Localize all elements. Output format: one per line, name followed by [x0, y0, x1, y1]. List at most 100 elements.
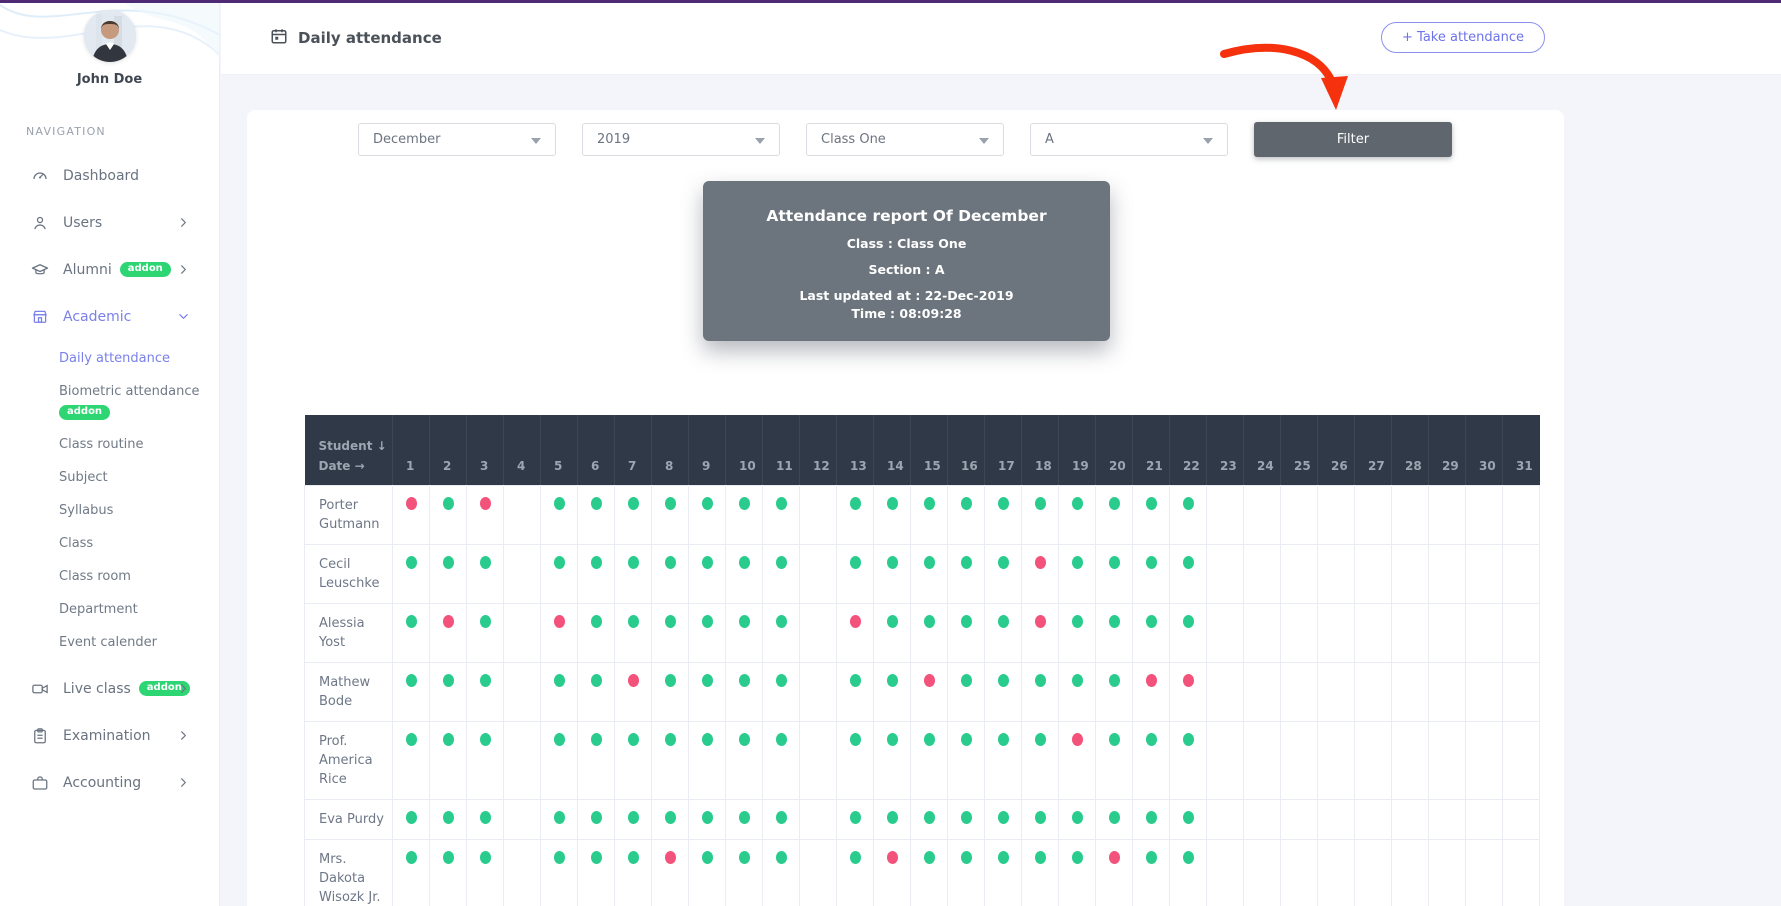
attendance-cell — [1429, 544, 1466, 603]
attendance-dot-present — [850, 556, 861, 569]
sidebar-item-live-class[interactable]: Live classaddon — [0, 665, 219, 712]
attendance-dot-present — [628, 733, 639, 746]
attendance-dot-present — [406, 674, 417, 687]
submenu-item-biometric-attendance[interactable]: Biometric attendanceaddon — [0, 375, 219, 428]
day-column-header: 26 — [1318, 415, 1355, 485]
attendance-cell — [393, 544, 430, 603]
class-select[interactable]: Class One — [806, 123, 1004, 156]
day-column-header: 5 — [541, 415, 578, 485]
day-column-header: 12 — [800, 415, 837, 485]
submenu-item-daily-attendance[interactable]: Daily attendance — [0, 342, 219, 375]
attendance-dot-present — [887, 556, 898, 569]
attendance-dot-present — [776, 733, 787, 746]
sidebar-item-users[interactable]: Users — [0, 199, 219, 246]
attendance-dot-present — [480, 556, 491, 569]
attendance-cell — [911, 603, 948, 662]
sidebar-item-alumni[interactable]: Alumniaddon — [0, 246, 219, 293]
student-name-cell: Porter Gutmann — [305, 485, 393, 544]
attendance-dot-present — [739, 733, 750, 746]
attendance-cell — [430, 721, 467, 799]
submenu-item-syllabus[interactable]: Syllabus — [0, 494, 219, 527]
top-accent-bar — [0, 0, 1781, 3]
attendance-dot-present — [1109, 811, 1120, 824]
filter-row: December 2019 Class One A Filter — [247, 123, 1564, 157]
attendance-cell — [1503, 662, 1540, 721]
attendance-dot-absent — [554, 615, 565, 628]
attendance-cell — [541, 799, 578, 839]
attendance-cell — [1503, 721, 1540, 799]
attendance-dot-present — [591, 674, 602, 687]
attendance-cell — [504, 603, 541, 662]
attendance-cell — [541, 485, 578, 544]
attendance-dot-present — [1072, 615, 1083, 628]
section-select[interactable]: A — [1030, 123, 1228, 156]
attendance-cell — [1059, 544, 1096, 603]
attendance-cell — [652, 603, 689, 662]
attendance-cell — [985, 485, 1022, 544]
submenu-item-class[interactable]: Class — [0, 527, 219, 560]
attendance-dot-present — [702, 615, 713, 628]
attendance-cell — [1466, 603, 1503, 662]
attendance-cell — [1466, 544, 1503, 603]
sidebar-item-academic[interactable]: Academic — [0, 293, 219, 340]
attendance-cell — [948, 721, 985, 799]
attendance-dot-present — [1146, 811, 1157, 824]
sidebar-item-dashboard[interactable]: Dashboard — [0, 152, 219, 199]
avatar — [84, 10, 136, 62]
sidebar-item-examination[interactable]: Examination — [0, 712, 219, 759]
month-select[interactable]: December — [358, 123, 556, 156]
attendance-dot-present — [924, 556, 935, 569]
attendance-cell — [726, 839, 763, 906]
attendance-cell — [985, 799, 1022, 839]
attendance-cell — [1503, 485, 1540, 544]
day-column-header: 6 — [578, 415, 615, 485]
submenu-item-department[interactable]: Department — [0, 593, 219, 626]
attendance-dot-absent — [924, 674, 935, 687]
attendance-cell — [1318, 662, 1355, 721]
submenu-item-subject[interactable]: Subject — [0, 461, 219, 494]
attendance-cell — [1207, 721, 1244, 799]
take-attendance-button[interactable]: + Take attendance — [1381, 22, 1545, 53]
attendance-cell — [763, 544, 800, 603]
attendance-cell — [763, 839, 800, 906]
student-name-cell: Mrs. Dakota Wisozk Jr. — [305, 839, 393, 906]
attendance-cell — [652, 662, 689, 721]
attendance-cell — [763, 603, 800, 662]
attendance-cell — [467, 662, 504, 721]
attendance-dot-present — [1035, 674, 1046, 687]
day-column-header: 16 — [948, 415, 985, 485]
student-name-cell: Cecil Leuschke — [305, 544, 393, 603]
attendance-dot-present — [850, 674, 861, 687]
academic-submenu: Daily attendanceBiometric attendanceaddo… — [0, 340, 219, 665]
attendance-cell — [393, 799, 430, 839]
sidebar-item-accounting[interactable]: Accounting — [0, 759, 219, 806]
attendance-cell — [911, 544, 948, 603]
chevron-right-icon — [178, 730, 189, 741]
submenu-item-class-routine[interactable]: Class routine — [0, 428, 219, 461]
attendance-cell — [837, 839, 874, 906]
submenu-item-class-room[interactable]: Class room — [0, 560, 219, 593]
submenu-item-event-calender[interactable]: Event calender — [0, 626, 219, 659]
filter-button[interactable]: Filter — [1254, 122, 1452, 157]
attendance-dot-present — [443, 674, 454, 687]
attendance-dot-present — [443, 556, 454, 569]
attendance-cell — [837, 544, 874, 603]
attendance-cell — [1059, 662, 1096, 721]
attendance-cell — [911, 485, 948, 544]
attendance-cell — [1133, 603, 1170, 662]
attendance-cell — [1318, 603, 1355, 662]
attendance-dot-present — [591, 811, 602, 824]
attendance-cell — [615, 485, 652, 544]
year-select[interactable]: 2019 — [582, 123, 780, 156]
attendance-cell — [541, 544, 578, 603]
attendance-cell — [726, 603, 763, 662]
attendance-cell — [615, 839, 652, 906]
attendance-dot-present — [850, 851, 861, 864]
attendance-cell — [948, 485, 985, 544]
day-column-header: 18 — [1022, 415, 1059, 485]
attendance-cell — [1244, 603, 1281, 662]
attendance-dot-present — [480, 674, 491, 687]
attendance-dot-present — [924, 497, 935, 510]
day-column-header: 25 — [1281, 415, 1318, 485]
attendance-cell — [1096, 839, 1133, 906]
